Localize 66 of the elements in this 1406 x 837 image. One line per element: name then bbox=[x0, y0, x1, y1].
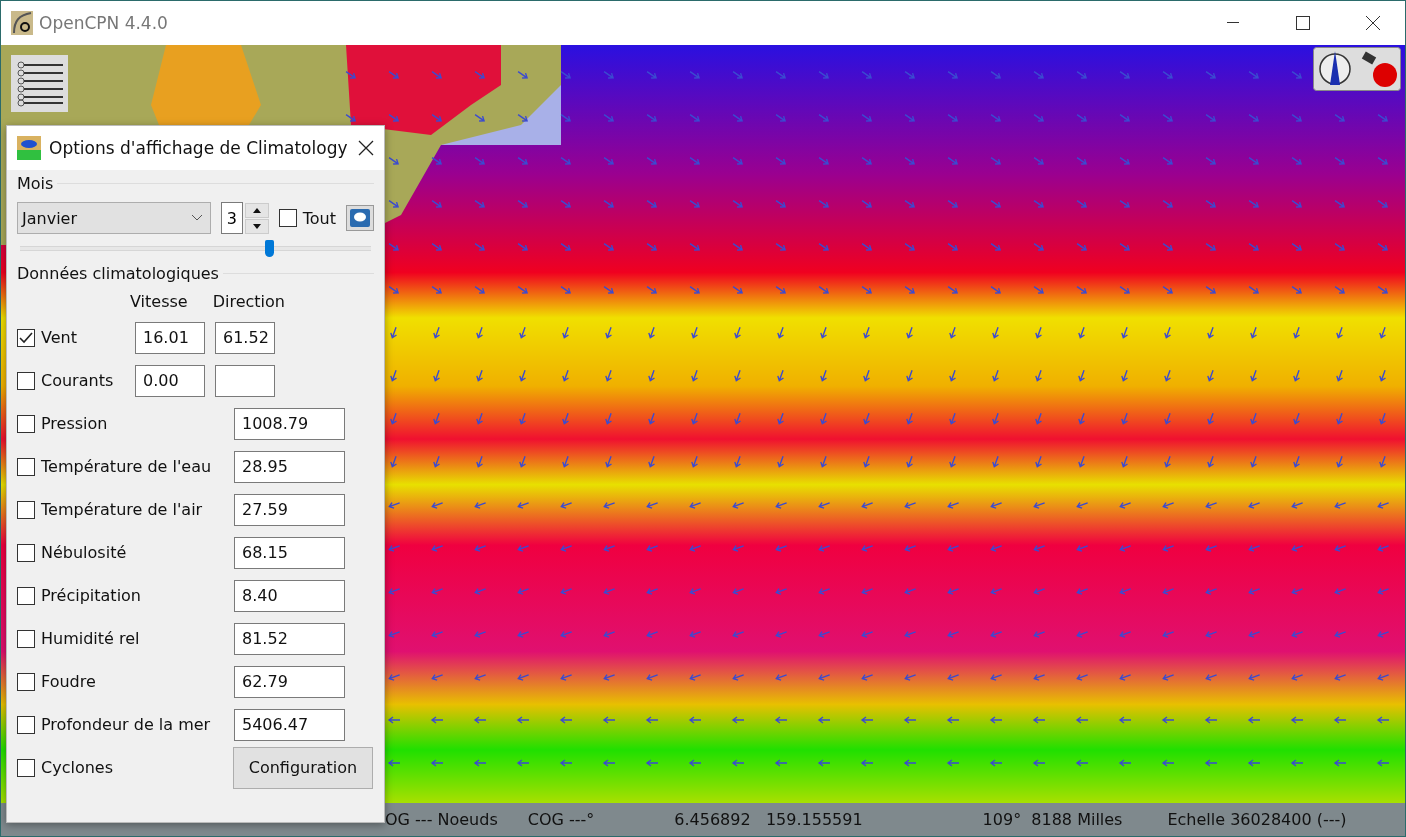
checkbox-label: Profondeur de la mer bbox=[41, 715, 211, 734]
value-field[interactable]: 68.15 bbox=[234, 536, 345, 569]
status-text: OG --- Noeuds bbox=[385, 810, 498, 829]
checkbox-label: Précipitation bbox=[41, 586, 141, 605]
checkbox-label: Pression bbox=[41, 414, 108, 433]
value-field[interactable]: 27.59 bbox=[234, 493, 345, 526]
status-text: 6.456892 159.155591 bbox=[674, 810, 863, 829]
compass-status-icon[interactable] bbox=[1313, 47, 1401, 91]
app-logo-icon bbox=[11, 11, 33, 35]
month-dropdown[interactable]: Janvier bbox=[17, 202, 211, 234]
chat-bubble-button[interactable] bbox=[346, 205, 374, 231]
speed-field[interactable]: 0.00 bbox=[135, 364, 205, 397]
value-field[interactable]: 8.40 bbox=[234, 579, 345, 612]
speed-field[interactable]: 16.01 bbox=[135, 321, 205, 354]
down-arrow-icon bbox=[252, 223, 261, 229]
column-header: Vitesse bbox=[130, 291, 188, 311]
column-header: Direction bbox=[212, 291, 285, 311]
checkbox-label: Tout bbox=[302, 208, 337, 228]
section-label: Données climatologiques bbox=[17, 263, 219, 283]
checkbox[interactable] bbox=[17, 543, 35, 562]
checkbox[interactable] bbox=[17, 457, 35, 476]
value-field[interactable]: 81.52 bbox=[234, 622, 345, 655]
checkbox[interactable] bbox=[17, 758, 35, 777]
spin-down-button[interactable] bbox=[244, 218, 269, 234]
checkbox-label: Vent bbox=[41, 328, 77, 347]
close-icon bbox=[1365, 15, 1381, 31]
value-field[interactable]: 5406.47 bbox=[234, 708, 345, 741]
status-text: Echelle 36028400 (---) bbox=[1167, 810, 1347, 829]
checkbox[interactable] bbox=[17, 715, 35, 734]
minimize-icon bbox=[1227, 22, 1239, 24]
maximize-icon bbox=[1296, 16, 1310, 30]
weather-map-icon bbox=[17, 136, 41, 160]
window-title: OpenCPN 4.4.0 bbox=[39, 13, 169, 33]
checkbox[interactable] bbox=[17, 500, 35, 519]
direction-field[interactable] bbox=[215, 364, 275, 397]
checkbox-label: Humidité rel bbox=[41, 629, 140, 648]
checkbox-label: Température de l'air bbox=[41, 500, 203, 519]
chevron-down-icon bbox=[191, 215, 202, 221]
checkbox-label: Foudre bbox=[41, 672, 96, 691]
checkbox-label: Température de l'eau bbox=[41, 457, 212, 476]
configuration-button[interactable]: Configuration bbox=[233, 746, 373, 789]
checkbox[interactable] bbox=[17, 586, 35, 605]
section-label: Mois bbox=[17, 173, 54, 193]
close-icon[interactable] bbox=[358, 140, 374, 156]
checkbox[interactable] bbox=[278, 209, 297, 227]
checkbox-label: Nébulosité bbox=[41, 543, 127, 562]
day-spin-field[interactable]: 3 bbox=[220, 202, 243, 234]
direction-field[interactable]: 61.52 bbox=[215, 321, 275, 354]
checkbox[interactable] bbox=[17, 629, 35, 648]
checkbox[interactable] bbox=[17, 672, 35, 691]
chat-bubble-icon bbox=[350, 209, 370, 227]
status-text: 109° 8188 Milles bbox=[982, 810, 1123, 829]
checkbox[interactable] bbox=[17, 414, 35, 433]
dialog-title: Options d'affichage de Climatology bbox=[49, 138, 349, 158]
value-field[interactable]: 62.79 bbox=[234, 665, 345, 698]
up-arrow-icon bbox=[252, 207, 261, 213]
spin-up-button[interactable] bbox=[244, 202, 269, 218]
toolbar-menu-icon[interactable] bbox=[11, 55, 68, 112]
checkbox-label: Cyclones bbox=[41, 758, 113, 777]
slider-thumb[interactable] bbox=[265, 240, 275, 257]
checkbox-label: Courants bbox=[41, 371, 114, 390]
value-field[interactable]: 1008.79 bbox=[234, 407, 345, 440]
value-field[interactable]: 28.95 bbox=[234, 450, 345, 483]
checkbox[interactable] bbox=[17, 328, 35, 347]
checkbox[interactable] bbox=[17, 371, 35, 390]
status-text: COG ---° bbox=[527, 810, 595, 829]
